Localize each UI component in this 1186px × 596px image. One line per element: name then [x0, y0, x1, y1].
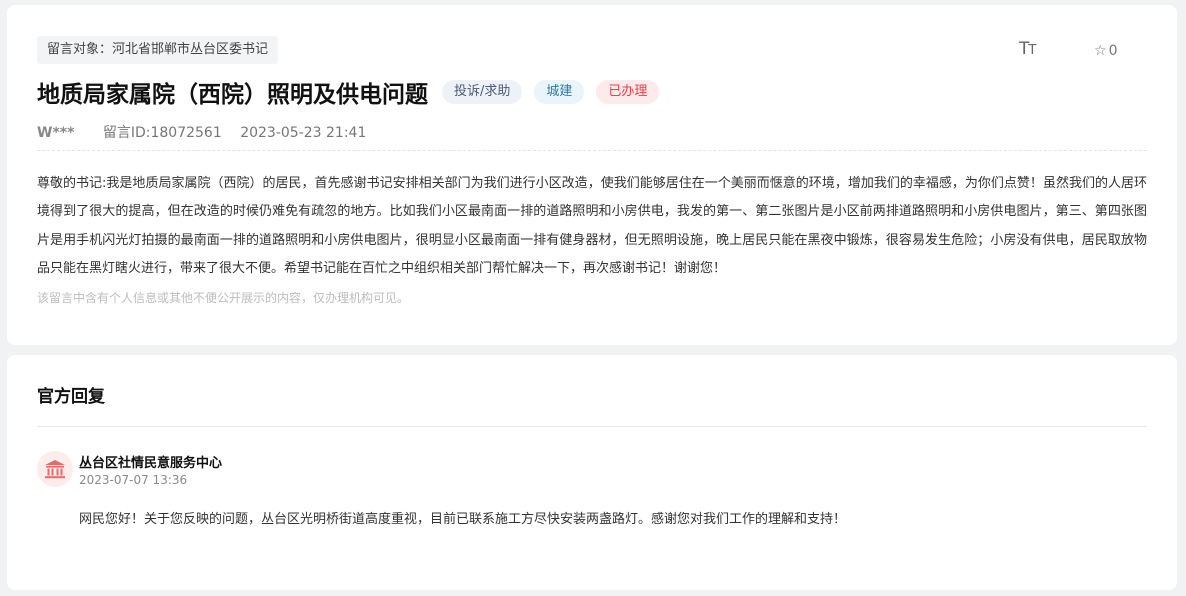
- title-row: 地质局家属院（西院）照明及供电问题 投诉/求助 城建 已办理: [37, 75, 671, 109]
- official-reply-card: 官方回复 丛台区社情民意服务中心 2023-07-07 13:36 网民您好！关…: [7, 355, 1177, 590]
- avatar: [37, 451, 73, 487]
- privacy-note: 该留言中含有个人信息或其他不便公开展示的内容，仅办理机构可见。: [37, 291, 410, 305]
- author-name: W***: [37, 125, 75, 141]
- status-badge: 已办理: [596, 80, 660, 104]
- message-datetime: 2023-05-23 21:41: [240, 125, 367, 141]
- text-size-icon[interactable]: TT: [1019, 39, 1036, 59]
- divider: [37, 426, 1147, 427]
- reply-org-name: 丛台区社情民意服务中心: [79, 456, 223, 471]
- reply-datetime: 2023-07-07 13:36: [79, 473, 188, 487]
- star-icon: ☆: [1094, 43, 1107, 59]
- page-title: 地质局家属院（西院）照明及供电问题: [37, 82, 428, 108]
- message-id: 留言ID:18072561: [102, 125, 222, 141]
- favorite-button[interactable]: ☆ 0: [1094, 43, 1117, 59]
- type-tag: 投诉/求助: [442, 80, 523, 104]
- favorite-count: 0: [1108, 43, 1118, 59]
- government-building-icon: [45, 460, 65, 479]
- divider: [37, 150, 1147, 151]
- message-card: 留言对象：河北省邯郸市丛台区委书记 TT ☆ 0 地质局家属院（西院）照明及供电问…: [7, 5, 1177, 345]
- message-content: 尊敬的书记:我是地质局家属院（西院）的居民，首先感谢书记安排相关部门为我们进行小…: [37, 176, 1147, 276]
- message-target-tag: 留言对象：河北省邯郸市丛台区委书记: [37, 36, 279, 64]
- message-meta: W*** 留言ID:18072561 2023-05-23 21:41: [37, 122, 366, 142]
- section-title: 官方回复: [37, 387, 105, 407]
- category-tag: 城建: [534, 80, 585, 104]
- reply-content: 网民您好！关于您反映的问题，丛台区光明桥街道高度重视，目前已联系施工方尽快安装两…: [79, 512, 847, 527]
